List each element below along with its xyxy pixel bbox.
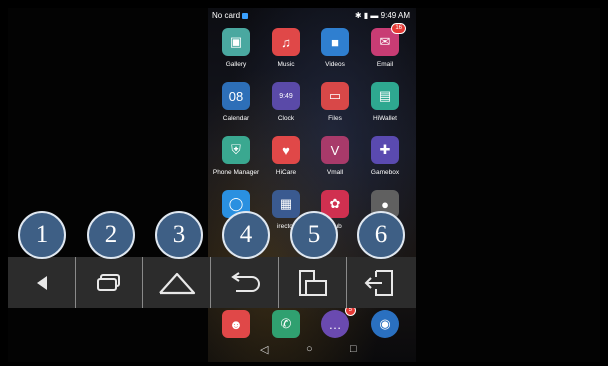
app-glyph-icon: ■ xyxy=(321,28,349,56)
app-glyph-icon: ▭ xyxy=(321,82,349,110)
split-window-icon xyxy=(298,269,327,296)
callout-5: 5 xyxy=(290,211,338,259)
app-glyph-icon: ✚ xyxy=(371,136,399,164)
status-bar: No card ✱ ▮ ▬ 9:49 AM xyxy=(208,8,416,24)
dock-app-1[interactable]: ✆ xyxy=(262,310,310,338)
app-glyph-icon: ▦ xyxy=(272,190,300,218)
dock-app-0[interactable]: ☻ xyxy=(212,310,260,338)
callout-3: 3 xyxy=(155,211,203,259)
app-glyph-icon: 9:49 xyxy=(272,82,300,110)
android-nav-bar: ◁ ○ □ xyxy=(208,338,416,362)
status-right: ✱ ▮ ▬ 9:49 AM xyxy=(354,11,410,20)
time-label: 9:49 AM xyxy=(380,11,410,20)
app-glyph-icon: ♫ xyxy=(272,28,300,56)
dock-glyph-icon: ✆ xyxy=(272,310,300,338)
dock-glyph-icon: … 5 xyxy=(321,305,356,338)
app-label: HiWallet xyxy=(373,115,397,122)
app-icon-hicare[interactable]: ♥ HiCare xyxy=(262,136,310,176)
callout-2: 2 xyxy=(87,211,135,259)
nav-home-icon[interactable]: ○ xyxy=(306,343,313,355)
callout-1: 1 xyxy=(18,211,66,259)
recent-apps-button[interactable] xyxy=(75,257,143,308)
back-arrow-icon xyxy=(36,275,47,290)
app-icon-calendar[interactable]: 08 Calendar xyxy=(212,82,260,122)
app-icon-clock[interactable]: 9:49 Clock xyxy=(262,82,310,122)
app-icon-hiwallet[interactable]: ▤ HiWallet xyxy=(361,82,409,122)
split-window-button[interactable] xyxy=(279,257,347,308)
notification-badge: 16 xyxy=(391,23,406,34)
app-label: Gallery xyxy=(225,61,247,68)
exit-button[interactable] xyxy=(347,257,414,308)
return-button[interactable] xyxy=(211,257,279,308)
dock-glyph-icon: ☻ xyxy=(222,310,250,338)
dock-app-2[interactable]: … 5 xyxy=(311,305,359,338)
app-icon-music[interactable]: ♫ Music xyxy=(262,28,310,68)
carrier-label: No card xyxy=(212,11,249,20)
wifi-icon xyxy=(242,12,249,19)
home-button[interactable] xyxy=(143,257,211,308)
nav-recents-icon[interactable]: □ xyxy=(350,343,357,355)
app-icon-phone-manager[interactable]: ⛨ Phone Manager xyxy=(212,136,260,176)
app-label: Gamebox xyxy=(370,169,400,176)
phone-screen: No card ✱ ▮ ▬ 9:49 AM ▣ Gallery ♫ Music ■ Vid… xyxy=(208,8,416,362)
app-glyph-icon: ♥ xyxy=(272,136,300,164)
app-label: Music xyxy=(277,61,295,68)
app-glyph-icon: 08 xyxy=(222,82,250,110)
dock-glyph-icon: ◉ xyxy=(371,310,399,338)
app-icon-email[interactable]: ✉ 16 Email xyxy=(361,23,409,68)
callout-6: 6 xyxy=(357,211,405,259)
undo-return-icon xyxy=(230,271,260,292)
app-label: Vmall xyxy=(326,169,344,176)
app-glyph-icon: ⛨ xyxy=(222,136,250,164)
app-icon-files[interactable]: ▭ Files xyxy=(311,82,359,122)
app-label: Email xyxy=(376,61,394,68)
app-label: Videos xyxy=(325,61,345,68)
app-label: HiCare xyxy=(275,169,297,176)
app-glyph-icon: V xyxy=(321,136,349,164)
app-label: Files xyxy=(328,115,342,122)
app-icon-vmall[interactable]: V Vmall xyxy=(311,136,359,176)
app-label: Clock xyxy=(277,115,295,122)
dock-app-3[interactable]: ◉ xyxy=(361,310,409,338)
app-label: Calendar xyxy=(222,115,250,122)
app-icon-gamebox[interactable]: ✚ Gamebox xyxy=(361,136,409,176)
back-button[interactable] xyxy=(8,257,76,308)
app-icon-videos[interactable]: ■ Videos xyxy=(311,28,359,68)
app-glyph-icon: ✉ 16 xyxy=(371,23,406,56)
recent-apps-icon xyxy=(96,273,120,291)
nav-back-icon[interactable]: ◁ xyxy=(260,343,268,356)
app-icon-gallery[interactable]: ▣ Gallery xyxy=(212,28,260,68)
callout-4: 4 xyxy=(222,211,270,259)
floating-toolbar xyxy=(8,257,416,308)
app-glyph-icon: ▣ xyxy=(222,28,250,56)
home-icon xyxy=(158,272,195,294)
app-label: Phone Manager xyxy=(212,169,260,176)
exit-icon xyxy=(364,269,393,296)
app-glyph-icon: ▤ xyxy=(371,82,399,110)
